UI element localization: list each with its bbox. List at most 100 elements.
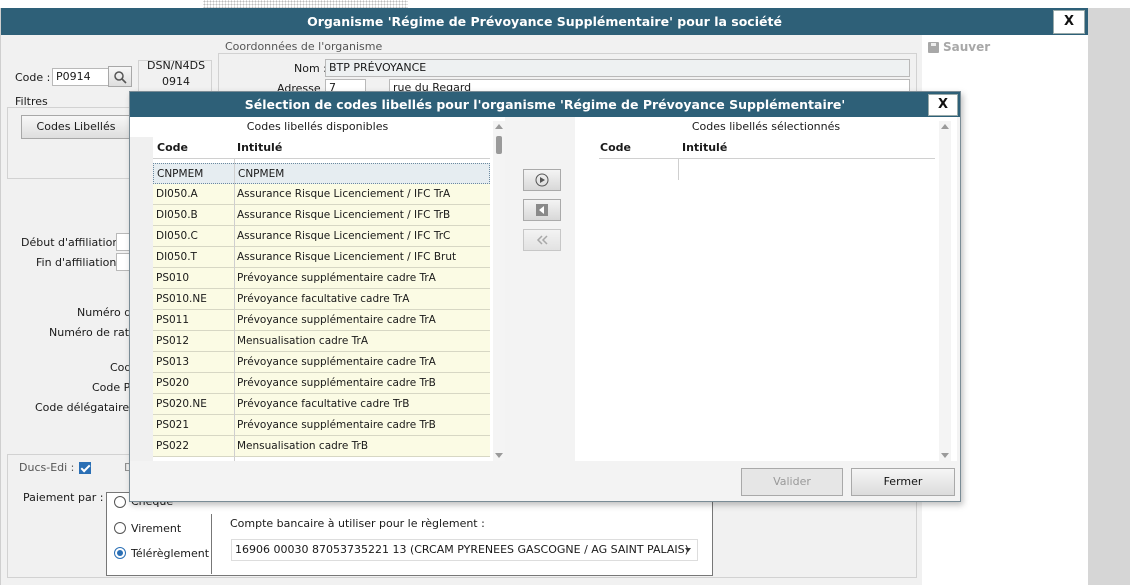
list-item[interactable]: PS022 Mensualisation cadre TrB (153, 436, 490, 457)
list-item-label: CNPMEM (238, 168, 285, 180)
list-item[interactable]: PS020 Prévoyance supplémentaire cadre TrB (153, 373, 490, 394)
list-item[interactable]: PS021 Prévoyance supplémentaire cadre TrB (153, 415, 490, 436)
available-list-rows: CNPMEM CNPMEM DI050.A Assurance Risque Lice… (153, 163, 490, 461)
list-item[interactable]: DI050.T Assurance Risque Licenciement / I… (153, 247, 490, 268)
fin-affiliation-label: Fin d'affiliation : (36, 256, 124, 269)
background-strip (203, 0, 408, 8)
column-divider (678, 159, 679, 180)
radio-virement[interactable] (114, 522, 126, 534)
coordonnees-title: Coordonnées de l'organisme (223, 40, 385, 53)
list-item-label: Prévoyance supplémentaire cadre TrA (237, 272, 436, 284)
close-button[interactable]: X (1053, 10, 1085, 34)
dialog-close-button[interactable]: X (928, 94, 958, 116)
list-item[interactable]: PS010 Prévoyance supplémentaire cadre TrA (153, 268, 490, 289)
numero-rattachement-label: Numéro de ratta (49, 326, 141, 339)
debut-affiliation-label: Début d'affiliation : (21, 236, 127, 249)
save-label: Sauver (943, 40, 991, 54)
selected-col-intitule-header[interactable]: Intitulé (682, 137, 727, 158)
selected-list-title: Codes libellés sélectionnés (691, 120, 841, 133)
available-list-header: Code Intitulé (153, 137, 490, 159)
list-item-code: PS010 (156, 272, 190, 284)
list-item-label: Prévoyance supplémentaire cadre TrA (237, 356, 436, 368)
remove-selected-button[interactable] (523, 199, 561, 221)
list-item-label: Prévoyance supplémentaire cadre TrA (237, 314, 436, 326)
list-item[interactable]: DI050.C Assurance Risque Licenciement / I… (153, 226, 490, 247)
available-list-scrollbar[interactable] (493, 121, 505, 461)
list-item-code: DI050.A (156, 188, 198, 200)
arrow-right-icon (535, 173, 549, 187)
row-gutter (130, 137, 153, 461)
add-selected-button[interactable] (523, 169, 561, 191)
column-divider (234, 159, 235, 461)
window-title: Organisme 'Régime de Prévoyance Suppléme… (1, 8, 1088, 35)
list-item-code: DI050.T (156, 251, 197, 263)
dsn-label: DSN/N4DS (147, 59, 206, 72)
code-label: Code : (15, 71, 51, 84)
ducs-edi-checkbox[interactable] (79, 462, 91, 474)
floppy-icon (928, 41, 939, 53)
list-item-label: Assurance Risque Licenciement / IFC TrC (237, 230, 451, 242)
paiement-group (106, 492, 713, 576)
nom-field[interactable]: BTP PRÉVOYANCE (325, 59, 910, 77)
scroll-up-icon[interactable] (941, 124, 949, 129)
dsn-value: 0914 (162, 75, 190, 88)
list-item[interactable]: PS011 Prévoyance supplémentaire cadre TrA (153, 310, 490, 331)
list-item[interactable]: DI050.B Assurance Risque Licenciement / I… (153, 205, 490, 226)
scroll-up-icon[interactable] (495, 124, 503, 129)
list-item-label: Prévoyance facultative cadre TrA (237, 293, 410, 305)
available-list-panel: Codes libellés disponibles Code Intitulé… (130, 117, 505, 461)
list-item-code: PS020.NE (156, 398, 207, 410)
chevron-down-icon (685, 548, 691, 552)
list-item-code: PS020 (156, 377, 190, 389)
list-item-label: Assurance Risque Licenciement / IFC TrA (237, 188, 451, 200)
list-item[interactable]: PS020.NE Prévoyance facultative cadre TrB (153, 394, 490, 415)
search-icon (114, 71, 127, 84)
valider-button[interactable]: Valider (741, 468, 843, 496)
col-intitule-header[interactable]: Intitulé (237, 137, 282, 158)
scroll-down-icon[interactable] (941, 453, 949, 458)
dialog-title: Sélection de codes libellés pour l'organ… (130, 92, 960, 117)
radio-telereglement[interactable] (114, 547, 126, 559)
list-item[interactable]: CNPMEM CNPMEM (153, 163, 490, 184)
list-item-label: Assurance Risque Licenciement / IFC Brut (237, 251, 457, 263)
divider (211, 514, 212, 574)
scroll-down-icon[interactable] (495, 453, 503, 458)
telereglement-label: Télérèglement (131, 547, 210, 560)
ducs-edi-label: Ducs-Edi : (17, 461, 77, 474)
list-item-code: PS022 (156, 440, 190, 452)
compte-bancaire-select[interactable]: 16906 00030 87053735221 13 (CRCAM PYRENE… (231, 539, 698, 561)
selected-list-header: Code Intitulé (599, 137, 935, 159)
virement-label: Virement (131, 522, 182, 535)
code-input[interactable]: P0914 (52, 68, 109, 86)
codes-libelles-button[interactable]: Codes Libellés (21, 115, 131, 139)
list-item[interactable]: DI050.A Assurance Risque Licenciement / I… (153, 184, 490, 205)
list-item[interactable]: PS013 Prévoyance supplémentaire cadre TrA (153, 352, 490, 373)
save-button[interactable]: Sauver (928, 40, 990, 54)
search-button[interactable] (108, 66, 132, 87)
scroll-thumb[interactable] (496, 136, 502, 154)
radio-cheque[interactable] (114, 496, 126, 508)
fermer-button[interactable]: Fermer (851, 468, 955, 496)
remove-all-button[interactable] (523, 229, 561, 251)
list-item[interactable]: PS012 Mensualisation cadre TrA (153, 331, 490, 352)
background-area (1087, 8, 1130, 585)
selected-col-code-header[interactable]: Code (600, 137, 631, 158)
selected-list-panel: Codes libellés sélectionnés Code Intitul… (575, 117, 957, 461)
list-item-code: CNPMEM (157, 168, 204, 180)
double-chevron-left-icon (536, 235, 548, 245)
list-item-label: Mensualisation cadre TrB (237, 440, 369, 452)
list-item-code: PS013 (156, 356, 190, 368)
arrow-left-icon (536, 204, 548, 216)
list-item-code: PS012 (156, 335, 190, 347)
compte-bancaire-label: Compte bancaire à utiliser pour le règle… (230, 517, 485, 530)
list-item-label: Prévoyance supplémentaire cadre TrB (237, 377, 436, 389)
selected-list-scrollbar[interactable] (939, 121, 951, 461)
col-code-header[interactable]: Code (157, 137, 188, 158)
list-item-label: Prévoyance supplémentaire cadre TrB (237, 419, 436, 431)
list-item-code: DI050.B (156, 209, 198, 221)
list-item-code: PS021 (156, 419, 190, 431)
nom-label: Nom : (294, 62, 327, 75)
list-item-label: Assurance Risque Licenciement / IFC TrB (237, 209, 451, 221)
list-item[interactable]: PS010.NE Prévoyance facultative cadre TrA (153, 289, 490, 310)
paiement-label: Paiement par : (23, 491, 104, 504)
